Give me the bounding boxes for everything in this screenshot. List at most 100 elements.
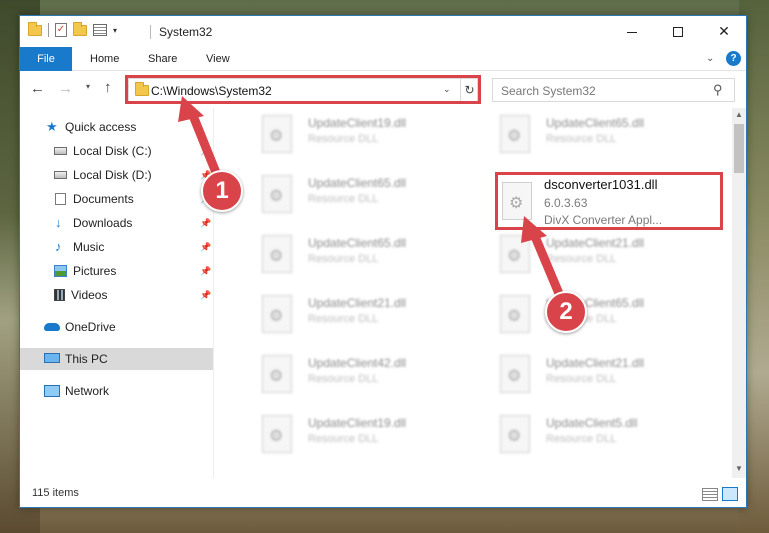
dll-file-icon: [500, 115, 530, 153]
sidebar-item-local-disk-d[interactable]: Local Disk (D:) 📌: [20, 164, 213, 186]
file-type: Resource DLL: [308, 133, 379, 145]
file-name: UpdateClient21.dll: [308, 296, 407, 310]
back-arrow-icon[interactable]: ←: [30, 80, 45, 97]
help-icon[interactable]: ?: [726, 51, 741, 66]
ribbon-tabs: File Home Share View ⌄ ?: [20, 47, 746, 71]
dll-file-icon: [262, 235, 292, 273]
sidebar-item-label: OneDrive: [65, 320, 116, 334]
dll-file-icon: [262, 355, 292, 393]
vertical-scrollbar[interactable]: ▲ ▼: [732, 108, 746, 478]
sidebar-item-label: This PC: [65, 352, 108, 366]
status-bar: 115 items: [20, 483, 746, 507]
sidebar-item-documents[interactable]: Documents 📌: [20, 188, 213, 210]
sidebar-item-pictures[interactable]: Pictures 📌: [20, 260, 213, 282]
forward-arrow-icon[interactable]: →: [58, 80, 73, 97]
window-title: System32: [159, 25, 213, 39]
details-view-icon[interactable]: [702, 488, 718, 501]
sidebar-item-local-disk-c[interactable]: Local Disk (C:) 📌: [20, 140, 213, 162]
file-item[interactable]: UpdateClient21.dll Resource DLL: [238, 290, 468, 340]
scroll-thumb[interactable]: [734, 124, 744, 173]
file-explorer-window: ✓ ▾ System32 ✕ File Home Share View ⌄ ? …: [19, 15, 747, 508]
minimize-button[interactable]: [609, 16, 655, 47]
tab-home[interactable]: Home: [90, 47, 119, 71]
minimize-icon: [627, 31, 637, 33]
new-folder-icon[interactable]: [73, 21, 87, 36]
search-icon[interactable]: ⚲: [713, 82, 723, 98]
file-type: Resource DLL: [308, 433, 379, 445]
documents-icon: [55, 193, 66, 205]
file-item[interactable]: UpdateClient65.dll Resource DLL: [476, 110, 706, 160]
address-bar-highlight: [125, 75, 481, 104]
search-input[interactable]: Search System32 ⚲: [492, 78, 735, 102]
sidebar-item-downloads[interactable]: ↓ Downloads 📌: [20, 212, 213, 234]
large-icons-view-icon[interactable]: [722, 487, 738, 501]
sidebar-item-music[interactable]: ♪ Music 📌: [20, 236, 213, 258]
pin-icon: 📌: [200, 218, 212, 228]
file-item[interactable]: UpdateClient19.dll Resource DLL: [238, 110, 468, 160]
music-icon: ♪: [55, 239, 62, 254]
title-separator: [150, 25, 151, 39]
step-2-badge: 2: [545, 291, 587, 333]
navigation-pane: ★ Quick access Local Disk (C:) 📌 Local D…: [20, 108, 213, 478]
dll-file-icon: [262, 175, 292, 213]
dll-file-icon: [500, 235, 530, 273]
file-item[interactable]: UpdateClient65.dll Resource DLL: [476, 290, 706, 340]
pin-icon: 📌: [200, 290, 212, 300]
file-name: UpdateClient21.dll: [546, 236, 645, 250]
file-type: Resource DLL: [308, 373, 379, 385]
file-name: UpdateClient5.dll: [546, 416, 638, 430]
file-type: Resource DLL: [546, 133, 617, 145]
file-name: UpdateClient65.dll: [308, 176, 407, 190]
tab-view[interactable]: View: [206, 47, 230, 71]
file-item[interactable]: UpdateClient21.dll Resource DLL: [476, 230, 706, 280]
sidebar-item-videos[interactable]: Videos 📌: [20, 284, 213, 306]
sidebar-item-this-pc[interactable]: This PC: [20, 348, 213, 370]
sidebar-item-label: Videos: [71, 288, 108, 302]
properties-icon[interactable]: [93, 24, 107, 36]
sidebar-item-quick-access[interactable]: ★ Quick access: [20, 116, 213, 138]
recent-locations-dropdown[interactable]: ▾: [86, 82, 90, 91]
maximize-button[interactable]: [655, 16, 701, 47]
navigation-bar: ← → ▾ ↑ C:\Windows\System32 ⌄ ↻ Search S…: [20, 72, 746, 106]
pin-icon: 📌: [200, 146, 212, 156]
videos-icon: [54, 289, 65, 301]
quick-access-toolbar: ✓ ▾: [28, 21, 117, 37]
file-item[interactable]: UpdateClient21.dll Resource DLL: [476, 350, 706, 400]
file-item[interactable]: UpdateClient42.dll Resource DLL: [238, 350, 468, 400]
file-type: Resource DLL: [308, 313, 379, 325]
chevron-down-icon[interactable]: ⌄: [706, 53, 714, 64]
file-item[interactable]: UpdateClient65.dll Resource DLL: [238, 230, 468, 280]
title-bar: ✓ ▾ System32 ✕: [20, 16, 746, 47]
sidebar-item-label: Music: [73, 240, 105, 254]
network-icon: [44, 385, 60, 397]
file-name: UpdateClient65.dll: [308, 236, 407, 250]
close-button[interactable]: ✕: [701, 16, 747, 47]
tab-share[interactable]: Share: [148, 47, 177, 71]
pin-icon: 📌: [200, 266, 212, 276]
file-list: UpdateClient19.dll Resource DLL UpdateCl…: [214, 108, 732, 478]
disk-icon: [54, 147, 67, 155]
pin-icon: 📌: [200, 242, 212, 252]
sidebar-item-label: Local Disk (C:): [73, 144, 152, 158]
disk-icon: [54, 171, 67, 179]
star-icon: ★: [46, 119, 58, 134]
scroll-down-icon[interactable]: ▼: [735, 464, 743, 473]
file-highlight: [495, 172, 723, 230]
up-arrow-icon[interactable]: ↑: [104, 79, 112, 96]
search-placeholder: Search System32: [501, 84, 596, 98]
file-item[interactable]: UpdateClient19.dll Resource DLL: [238, 410, 468, 460]
item-count: 115 items: [32, 487, 79, 499]
downloads-icon: ↓: [55, 215, 62, 230]
sidebar-item-onedrive[interactable]: OneDrive: [20, 316, 213, 338]
sidebar-item-network[interactable]: Network: [20, 380, 213, 402]
scroll-up-icon[interactable]: ▲: [735, 110, 743, 119]
file-type: Resource DLL: [546, 253, 617, 265]
customize-toolbar-dropdown[interactable]: ▾: [113, 26, 117, 35]
file-name: UpdateClient19.dll: [308, 416, 407, 430]
properties-check-icon[interactable]: ✓: [55, 23, 67, 37]
sidebar-item-label: Quick access: [65, 120, 137, 134]
pictures-icon: [54, 265, 67, 277]
file-item[interactable]: UpdateClient65.dll Resource DLL: [238, 170, 468, 220]
tab-file[interactable]: File: [20, 47, 72, 71]
file-item[interactable]: UpdateClient5.dll Resource DLL: [476, 410, 706, 460]
